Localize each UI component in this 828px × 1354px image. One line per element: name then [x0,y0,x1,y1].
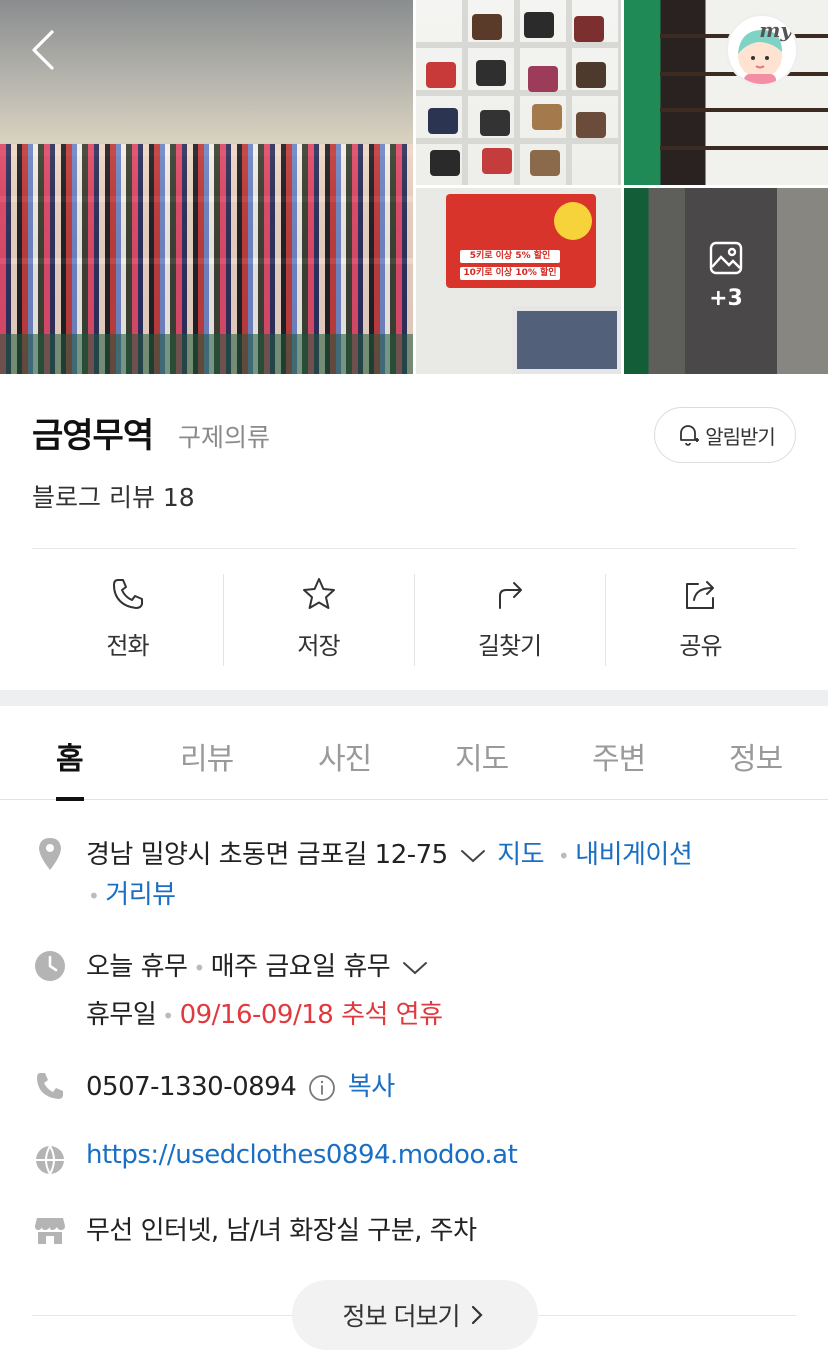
amenities-row: 무선 인터넷, 남/녀 화장실 구분, 주차 [32,1210,808,1250]
holiday-label: 휴무일 [86,1000,157,1030]
globe-icon [36,1145,64,1175]
photo-bags-shelf[interactable] [416,0,621,185]
notify-label: 알림받기 [705,424,776,449]
bell-plus-icon [680,425,700,446]
save-label: 저장 [297,632,340,660]
tab-info[interactable]: 정보 [729,734,783,778]
copy-phone-button[interactable]: 복사 [348,1072,395,1102]
today-status: 오늘 휴무 [86,952,188,982]
address-row: 경남 밀양시 초동면 금포길 12-75 지도 • 내비게이션 • 거리뷰 [32,834,808,914]
separator-dot: • [162,1004,174,1028]
action-bar: 전화 저장 길찾기 공유 [32,574,796,666]
place-category: 구제의류 [178,423,271,452]
tab-bar: 홈 리뷰 사진 지도 주변 정보 [0,706,828,801]
tab-home[interactable]: 홈 [56,734,84,778]
more-info-button[interactable]: 정보 더보기 [292,1280,538,1350]
photo-shoes-rack[interactable] [624,0,828,185]
sign-line-1: 5키로 이상 5% 할인 [460,250,560,263]
weekly-closed-text: 매주 금요일 휴무 [210,952,391,982]
save-button[interactable]: 저장 [223,574,414,666]
phone-row: 0507-1330-0894 복사 [32,1066,808,1106]
chevron-down-icon[interactable] [460,848,486,864]
photo-gallery: 5키로 이상 5% 할인 10키로 이상 10% 할인 +3 my [0,0,828,374]
notify-button[interactable]: 알림받기 [654,407,796,463]
amenities-text: 무선 인터넷, 남/녀 화장실 구분, 주차 [86,1216,477,1246]
share-button[interactable]: 공유 [605,574,796,666]
tab-map[interactable]: 지도 [455,734,509,778]
separator-dot: • [88,884,100,908]
divider [32,548,796,549]
phone-number[interactable]: 0507-1330-0894 [86,1072,297,1102]
section-separator [0,690,828,706]
info-icon[interactable] [308,1074,336,1102]
place-name: 금영무역 [32,416,154,456]
photo-discount-sign[interactable]: 5키로 이상 5% 할인 10키로 이상 10% 할인 [416,188,621,374]
call-button[interactable]: 전화 [32,574,223,666]
clock-icon [35,951,65,981]
chevron-down-icon[interactable] [402,960,428,976]
separator-dot: • [193,956,205,980]
active-tab-indicator [56,797,84,801]
navigation-link[interactable]: 내비게이션 [575,840,693,870]
address-text: 경남 밀양시 초동면 금포길 12-75 [86,840,448,870]
chevron-left-icon [32,30,54,70]
tab-photos[interactable]: 사진 [318,734,372,778]
holiday-value: 09/16-09/18 추석 연휴 [179,1000,443,1030]
my-profile-avatar[interactable]: my [726,14,798,86]
star-icon [302,578,335,609]
call-label: 전화 [106,632,149,660]
share-icon [685,581,714,609]
photo-more[interactable]: +3 [624,188,828,374]
more-photos-count: +3 [709,286,743,311]
hours-row: 오늘 휴무 • 매주 금요일 휴무 휴무일 • 09/16-09/18 추석 연휴 [32,946,808,1030]
image-icon [709,241,743,275]
directions-label: 길찾기 [477,632,542,660]
phone-icon [112,579,143,609]
sign-line-2: 10키로 이상 10% 할인 [460,267,560,280]
tab-nearby[interactable]: 주변 [592,734,646,778]
store-icon [35,1218,65,1244]
website-link[interactable]: https://usedclothes0894.modoo.at [86,1140,518,1170]
chevron-right-icon [472,1305,484,1325]
my-label: my [759,18,792,42]
location-pin-icon [39,838,61,870]
back-button[interactable] [26,28,66,72]
more-info-label: 정보 더보기 [342,1302,461,1331]
map-link[interactable]: 지도 [497,840,544,870]
tab-reviews[interactable]: 리뷰 [180,734,234,778]
directions-icon [498,582,522,609]
blog-review-count[interactable]: 블로그 리뷰 18 [32,478,195,514]
directions-button[interactable]: 길찾기 [414,574,605,666]
separator-dot: • [557,844,570,868]
share-label: 공유 [679,632,722,660]
website-row: https://usedclothes0894.modoo.at [32,1140,808,1180]
phone-icon [37,1073,63,1099]
street-view-link[interactable]: 거리뷰 [105,880,176,910]
